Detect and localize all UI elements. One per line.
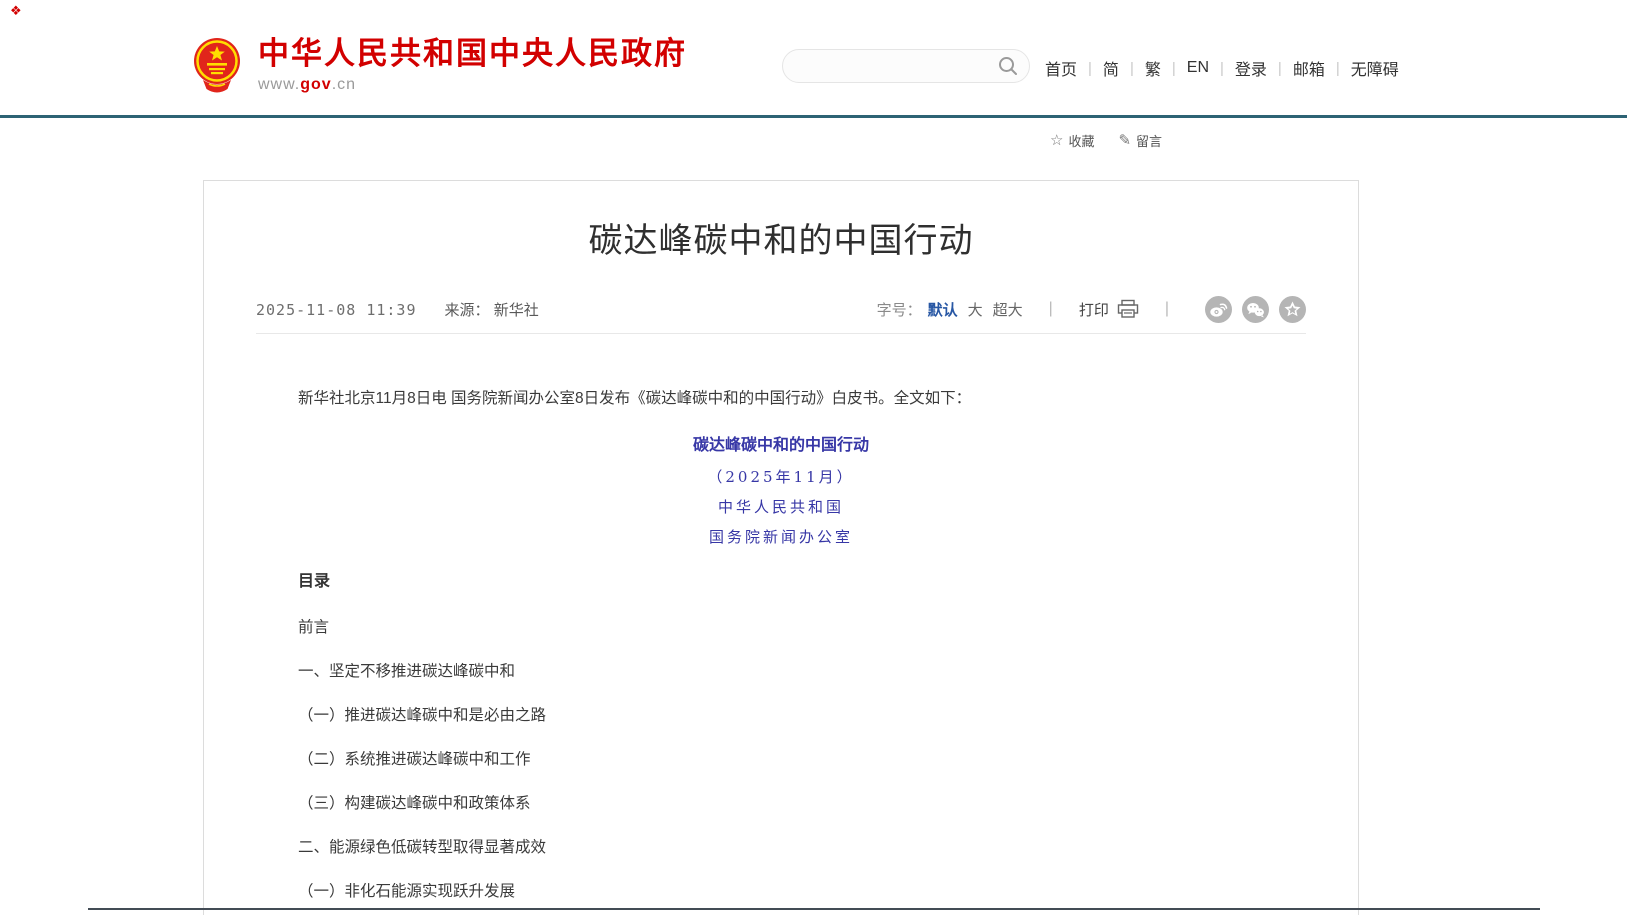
print-button[interactable]: 打印 bbox=[1079, 299, 1139, 320]
weibo-share-icon[interactable] bbox=[1205, 296, 1232, 323]
search-button[interactable] bbox=[997, 55, 1029, 77]
qzone-star-share-icon[interactable] bbox=[1279, 296, 1306, 323]
article-card: 碳达峰碳中和的中国行动 2025-11-08 11:39 来源： 新华社 字号：… bbox=[203, 180, 1359, 915]
nav-separator: | bbox=[1130, 60, 1134, 77]
site-header: ❖ 中华人民共和国中央人民政府 www.gov.cn 首页 | 简 bbox=[0, 0, 1627, 118]
whitepaper-org-line1: 中华人民共和国 bbox=[298, 498, 1264, 516]
nav-home[interactable]: 首页 bbox=[1045, 56, 1077, 80]
nav-separator: | bbox=[1172, 60, 1176, 77]
nav-traditional[interactable]: 繁 bbox=[1145, 56, 1161, 80]
corner-red-mark: ❖ bbox=[10, 3, 26, 18]
favorite-label: 收藏 bbox=[1068, 131, 1094, 150]
whitepaper-title: 碳达峰碳中和的中国行动 bbox=[298, 436, 1264, 456]
article-meta-right: 字号： 默认 大 超大 | 打印 | bbox=[877, 296, 1306, 323]
national-emblem-icon bbox=[190, 36, 244, 94]
site-url: www.gov.cn bbox=[258, 76, 687, 94]
meta-divider bbox=[256, 333, 1306, 334]
comment-label: 留言 bbox=[1136, 131, 1162, 150]
source-value: 新华社 bbox=[494, 302, 539, 319]
nav-separator: | bbox=[1278, 60, 1282, 77]
article-meta-row: 2025-11-08 11:39 来源： 新华社 字号： 默认 大 超大 | 打… bbox=[256, 295, 1306, 323]
site-url-prefix: www. bbox=[258, 76, 300, 93]
page-title: 碳达峰碳中和的中国行动 bbox=[256, 221, 1306, 261]
search-icon bbox=[997, 55, 1019, 77]
article-tools-bar: ☆ 收藏 ✎ 留言 bbox=[1050, 131, 1186, 150]
site-url-suffix: .cn bbox=[332, 76, 356, 93]
top-navigation: 首页 | 简 | 繁 | EN | 登录 | 邮箱 | 无障碍 bbox=[1045, 56, 1399, 80]
toc-item-section2-1: （一）非化石能源实现跃升发展 bbox=[298, 883, 1264, 900]
meta-separator: | bbox=[1049, 300, 1053, 318]
whitepaper-date: （2025年11月） bbox=[298, 468, 1264, 486]
source: 来源： 新华社 bbox=[445, 299, 539, 320]
article-meta-left: 2025-11-08 11:39 来源： 新华社 bbox=[256, 299, 539, 320]
toc-item-preface: 前言 bbox=[298, 619, 1264, 636]
wechat-share-icon[interactable] bbox=[1242, 296, 1269, 323]
nav-login[interactable]: 登录 bbox=[1235, 56, 1267, 80]
search-input[interactable] bbox=[783, 58, 997, 74]
nav-separator: | bbox=[1336, 60, 1340, 77]
nav-simplified[interactable]: 简 bbox=[1103, 56, 1119, 80]
star-outline-icon: ☆ bbox=[1050, 133, 1063, 148]
font-size-label: 字号： bbox=[877, 299, 922, 320]
toc-item-section1-3: （三）构建碳达峰碳中和政策体系 bbox=[298, 795, 1264, 812]
footer-top-border bbox=[88, 908, 1540, 910]
toc-item-section2: 二、能源绿色低碳转型取得显著成效 bbox=[298, 839, 1264, 856]
lead-paragraph: 新华社北京11月8日电 国务院新闻办公室8日发布《碳达峰碳中和的中国行动》白皮书… bbox=[298, 388, 1264, 410]
pen-icon: ✎ bbox=[1118, 133, 1131, 148]
search-box[interactable] bbox=[782, 49, 1030, 83]
toc-item-section1-1: （一）推进碳达峰碳中和是必由之路 bbox=[298, 707, 1264, 724]
font-size-big-button[interactable]: 大 bbox=[968, 299, 983, 320]
favorite-button[interactable]: ☆ 收藏 bbox=[1050, 131, 1094, 150]
share-icons bbox=[1195, 296, 1306, 323]
nav-separator: | bbox=[1088, 60, 1092, 77]
font-size-default-button[interactable]: 默认 bbox=[928, 299, 958, 320]
nav-english[interactable]: EN bbox=[1187, 59, 1209, 77]
nav-mail[interactable]: 邮箱 bbox=[1293, 56, 1325, 80]
site-url-gov: gov bbox=[300, 76, 331, 93]
article-body: 新华社北京11月8日电 国务院新闻办公室8日发布《碳达峰碳中和的中国行动》白皮书… bbox=[256, 388, 1306, 900]
toc-item-section1: 一、坚定不移推进碳达峰碳中和 bbox=[298, 663, 1264, 680]
toc-item-section1-2: （二）系统推进碳达峰碳中和工作 bbox=[298, 751, 1264, 768]
printer-icon bbox=[1117, 299, 1139, 319]
meta-separator: | bbox=[1165, 300, 1169, 318]
site-brand[interactable]: 中华人民共和国中央人民政府 www.gov.cn bbox=[190, 36, 687, 94]
publish-date: 2025-11-08 11:39 bbox=[256, 301, 417, 319]
whitepaper-org-line2: 国务院新闻办公室 bbox=[298, 528, 1264, 546]
comment-button[interactable]: ✎ 留言 bbox=[1118, 131, 1162, 150]
print-label: 打印 bbox=[1079, 299, 1109, 320]
font-size-huge-button[interactable]: 超大 bbox=[993, 299, 1023, 320]
nav-separator: | bbox=[1220, 60, 1224, 77]
toc-heading: 目录 bbox=[298, 572, 1264, 592]
nav-accessibility[interactable]: 无障碍 bbox=[1351, 56, 1399, 80]
site-title: 中华人民共和国中央人民政府 bbox=[258, 36, 687, 72]
source-label: 来源： bbox=[445, 302, 490, 319]
